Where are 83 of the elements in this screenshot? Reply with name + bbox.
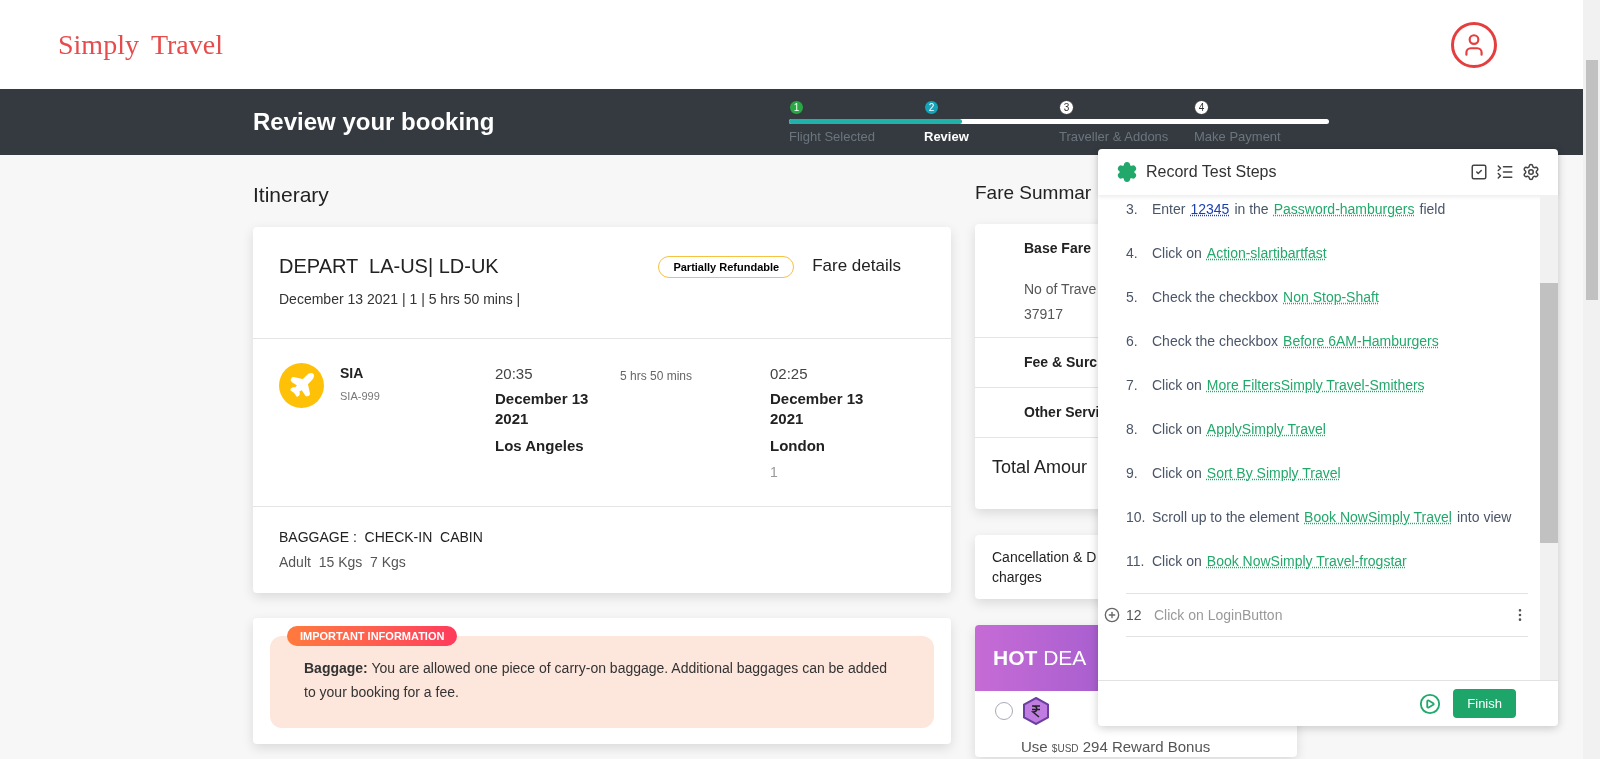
panel-title: Record Test Steps — [1146, 162, 1277, 182]
value-link[interactable]: 12345 — [1190, 199, 1230, 220]
step-number: 3. — [1126, 200, 1139, 219]
arrival-terminal: 1 — [770, 462, 779, 482]
fare-details-link[interactable]: Fare details — [812, 252, 901, 278]
reward-offer-text: Use $USD 294 Reward Bonus — [1021, 738, 1211, 757]
step-input-field[interactable]: Click on LoginButton — [1154, 604, 1512, 626]
list-icon[interactable] — [1496, 163, 1514, 181]
flight-duration: 5 hrs 50 mins — [620, 368, 693, 383]
step-text: Scroll up to the element — [1152, 508, 1300, 527]
element-link[interactable]: Sort By Simply Travel — [1206, 463, 1341, 484]
departure-city: Los Angeles — [495, 436, 585, 456]
step-number: 4. — [1126, 244, 1139, 263]
element-link[interactable]: Non Stop-Shaft — [1283, 287, 1379, 308]
airline-name: SIA — [340, 363, 365, 383]
fare-row-label: Other Servi — [1024, 402, 1100, 422]
arrival-city: London — [770, 436, 826, 456]
step-number: 12 — [1126, 605, 1143, 625]
fare-row-label: Base Fare — [1024, 238, 1091, 258]
step-text: Check the checkbox — [1152, 332, 1279, 351]
section-title: Itinerary — [253, 182, 330, 208]
checkbox-edit-icon[interactable] — [1470, 163, 1488, 181]
element-link[interactable]: Before 6AM-Hamburgers — [1283, 331, 1439, 352]
step-number: 10. — [1126, 508, 1147, 527]
step-number: 11. — [1126, 552, 1146, 571]
step-number: 1 — [789, 100, 804, 115]
step-label[interactable]: Make Payment — [1194, 127, 1281, 147]
cancellation-label: Cancellation & D charges — [992, 547, 1097, 587]
arrival-date: December 13 2021 — [770, 389, 865, 429]
step-text: in the — [1234, 200, 1269, 219]
element-link[interactable]: More FiltersSimply Travel-Smithers — [1206, 375, 1425, 396]
route-title: DEPART LA-US| LD-UK — [279, 253, 500, 279]
hot-deals-title: HOT DEA — [993, 644, 1087, 671]
baggage-info-text: Baggage: You are allowed one piece of carry-on baggage. Additional baggages can be added to your booking for a fee. — [304, 658, 888, 702]
info-tag: IMPORTANT INFORMATION — [287, 625, 458, 646]
step-text: Click on — [1152, 420, 1202, 439]
step-text: Click on — [1152, 464, 1202, 483]
step-number: 2 — [924, 100, 939, 115]
step-text: Click on — [1152, 244, 1202, 263]
add-step-icon[interactable] — [1104, 607, 1120, 623]
fare-amount: 37917 — [1024, 304, 1063, 324]
step-number: 9. — [1126, 464, 1139, 483]
step-text: Enter — [1152, 200, 1186, 219]
step-text: Check the checkbox — [1152, 288, 1279, 307]
airline-logo-icon — [279, 362, 324, 408]
section-title: Fare Summar — [975, 181, 1092, 205]
step-number: 4 — [1194, 100, 1209, 115]
logo[interactable]: Simply Travel — [58, 23, 223, 66]
step-number: 3 — [1059, 100, 1074, 115]
step-text: field — [1419, 200, 1446, 219]
page-scrollbar[interactable] — [1583, 0, 1600, 759]
step-number: 8. — [1126, 420, 1139, 439]
step-label[interactable]: Review — [924, 127, 969, 147]
element-link[interactable]: Book NowSimply Travel — [1304, 507, 1452, 528]
settings-icon[interactable] — [1522, 163, 1540, 181]
element-link[interactable]: ApplySimply Travel — [1206, 419, 1326, 440]
step-label[interactable]: Traveller & Addons — [1059, 127, 1169, 147]
panel-scrollbar[interactable] — [1540, 195, 1558, 680]
baggage-heading: BAGGAGE : CHECK-IN CABIN — [279, 527, 484, 547]
element-link[interactable]: Action-slartibartfast — [1206, 243, 1327, 264]
play-icon[interactable] — [1419, 692, 1442, 715]
flight-summary: December 13 2021 | 1 | 5 hrs 50 mins | — [279, 289, 521, 309]
step-text: Click on — [1152, 376, 1202, 395]
step-number: 7. — [1126, 376, 1139, 395]
departure-time: 20:35 — [495, 363, 534, 384]
flight-number: SIA-999 — [340, 388, 381, 404]
arrival-time: 02:25 — [770, 363, 809, 384]
element-link[interactable]: Book NowSimply Travel-frogstar — [1206, 551, 1407, 572]
travellers-label: No of Trave — [1024, 279, 1097, 299]
total-label: Total Amour — [992, 455, 1088, 479]
page-title: Review your booking — [253, 107, 496, 137]
element-link[interactable]: Password-hamburgers — [1273, 199, 1415, 220]
fare-row-label: Fee & Surc — [1024, 352, 1098, 372]
step-number: 6. — [1126, 332, 1139, 351]
baggage-allowance: Adult 15 Kgs 7 Kgs — [279, 552, 407, 572]
step-label[interactable]: Flight Selected — [789, 127, 875, 147]
departure-date: December 13 2021 — [495, 389, 590, 429]
finish-button[interactable]: Finish — [1453, 688, 1516, 719]
user-avatar-icon[interactable] — [1451, 21, 1497, 68]
rupee-hexagon-icon — [1023, 696, 1049, 725]
step-number: 5. — [1126, 288, 1139, 307]
step-text: Click on — [1152, 552, 1202, 571]
step-text: into view — [1456, 508, 1512, 527]
